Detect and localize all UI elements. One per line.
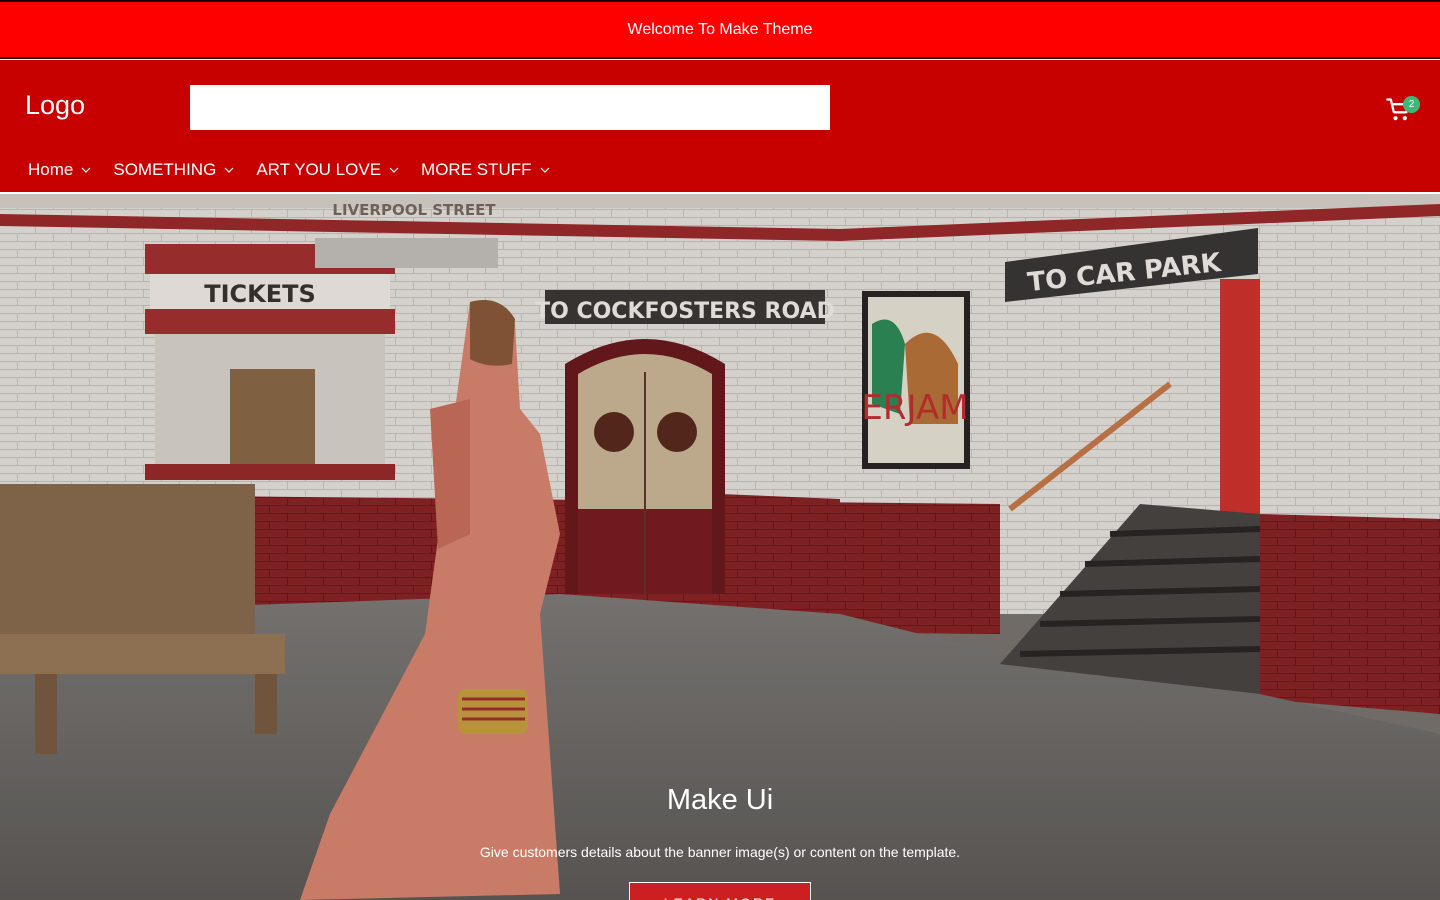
announcement-bar: Welcome To Make Theme [0, 2, 1440, 57]
nav-item-label: MORE STUFF [421, 160, 532, 179]
divider [0, 57, 1440, 59]
nav-item-something[interactable]: SOMETHING [113, 160, 234, 180]
learn-more-button[interactable]: LEARN MORE [629, 882, 811, 900]
announcement-text: Welcome To Make Theme [627, 20, 813, 38]
chevron-down-icon [389, 167, 399, 173]
site-header: Logo 2 Home SOMETHING ART YOU LOVE MORE … [0, 60, 1440, 192]
nav-item-more-stuff[interactable]: MORE STUFF [421, 160, 550, 180]
search-input[interactable] [190, 85, 830, 130]
nav-item-art-you-love[interactable]: ART YOU LOVE [256, 160, 399, 180]
nav-item-label: Home [28, 160, 74, 179]
nav-item-label: ART YOU LOVE [256, 160, 382, 179]
nav-item-label: SOMETHING [113, 160, 217, 179]
logo[interactable]: Logo [25, 90, 85, 121]
hero-subtitle: Give customers details about the banner … [479, 844, 961, 860]
chevron-down-icon [224, 167, 234, 173]
chevron-down-icon [540, 167, 549, 173]
chevron-down-icon [81, 167, 91, 173]
cart-count-badge: 2 [1403, 96, 1420, 113]
hero-title: Make Ui [666, 784, 774, 816]
nav-item-home[interactable]: Home [28, 160, 91, 180]
main-nav: Home SOMETHING ART YOU LOVE MORE STUFF [28, 158, 572, 182]
